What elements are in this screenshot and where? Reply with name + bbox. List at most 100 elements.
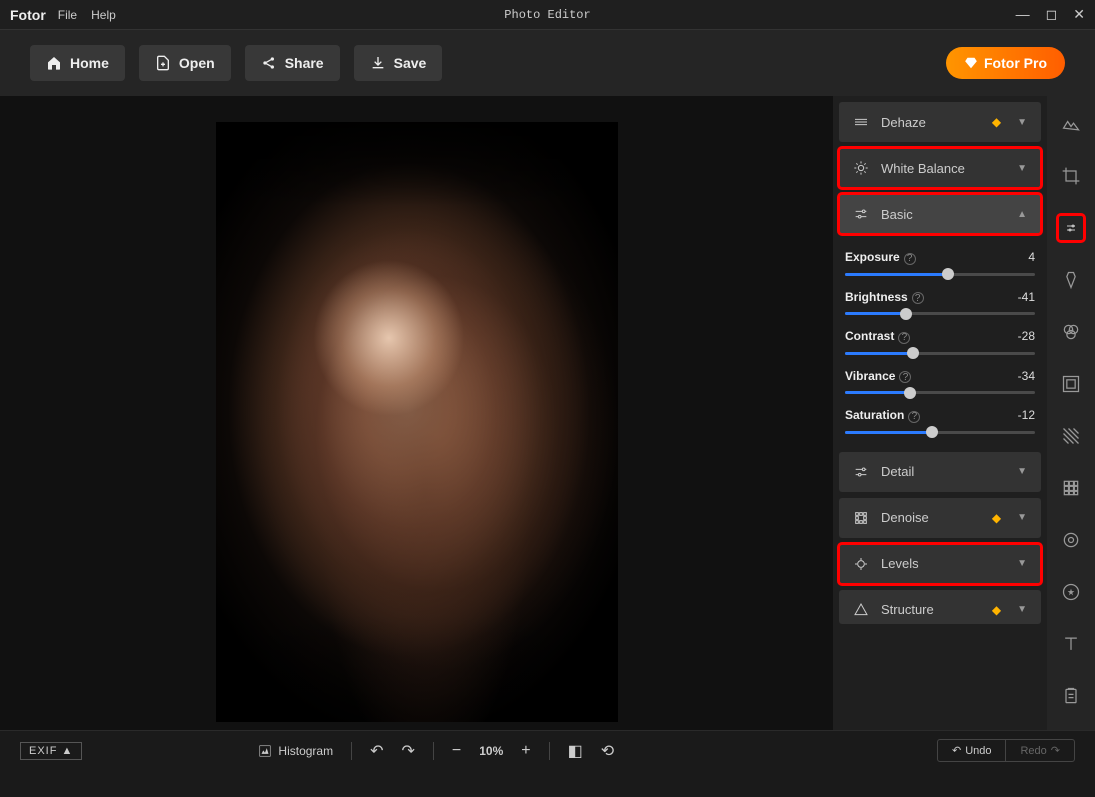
chevron-down-icon: ▼: [1017, 163, 1027, 174]
undo-button[interactable]: ↶ Undo: [938, 740, 1007, 761]
share-label: Share: [285, 55, 324, 71]
slider-brightness: Brightness?-41: [845, 290, 1035, 316]
help-icon[interactable]: ?: [898, 332, 910, 344]
canvas-area[interactable]: [0, 96, 833, 730]
undo-icon[interactable]: ↶: [370, 741, 383, 761]
slider-value: -41: [1018, 290, 1035, 305]
slider-track[interactable]: [845, 431, 1035, 434]
slider-track[interactable]: [845, 273, 1035, 276]
tool-adjust[interactable]: [1059, 216, 1083, 240]
panel-dehaze[interactable]: Dehaze ◆ ▼: [839, 102, 1041, 142]
chevron-down-icon: ▼: [1017, 558, 1027, 569]
chevron-up-icon: ▲: [1017, 209, 1027, 220]
white-balance-label: White Balance: [881, 161, 965, 176]
minimize-icon[interactable]: —: [1016, 6, 1030, 23]
chevron-down-icon: ▼: [1017, 604, 1027, 615]
tool-beauty[interactable]: [1059, 268, 1083, 292]
slider-thumb[interactable]: [904, 387, 916, 399]
tool-text[interactable]: [1059, 632, 1083, 656]
pro-diamond-icon: ◆: [992, 511, 1001, 525]
sliders-icon: [853, 206, 869, 222]
open-label: Open: [179, 55, 215, 71]
tool-mosaic[interactable]: [1059, 476, 1083, 500]
save-button[interactable]: Save: [354, 45, 443, 81]
help-icon[interactable]: ?: [899, 371, 911, 383]
structure-label: Structure: [881, 602, 934, 617]
adjustments-panel: Dehaze ◆ ▼ White Balance ▼ Basic ▲ Expos…: [833, 96, 1047, 730]
slider-thumb[interactable]: [926, 426, 938, 438]
denoise-icon: [853, 510, 869, 526]
panel-basic[interactable]: Basic ▲: [839, 194, 1041, 234]
app-name: Fotor: [10, 7, 46, 23]
home-button[interactable]: Home: [30, 45, 125, 81]
dehaze-label: Dehaze: [881, 115, 926, 130]
redo-button[interactable]: Redo ↷: [1006, 740, 1074, 761]
tool-effects[interactable]: [1059, 320, 1083, 344]
share-icon: [261, 55, 277, 71]
slider-thumb[interactable]: [942, 268, 954, 280]
menu-file[interactable]: File: [58, 8, 77, 22]
panel-levels[interactable]: Levels ▼: [839, 544, 1041, 584]
compare-icon[interactable]: ◧: [568, 741, 583, 761]
slider-thumb[interactable]: [900, 308, 912, 320]
help-icon[interactable]: ?: [912, 292, 924, 304]
reset-icon[interactable]: ⟲: [601, 741, 614, 761]
help-icon[interactable]: ?: [904, 253, 916, 265]
pro-diamond-icon: ◆: [992, 603, 1001, 617]
panel-detail[interactable]: Detail ▼: [839, 452, 1041, 492]
tool-focus[interactable]: [1059, 528, 1083, 552]
zoom-out-icon[interactable]: −: [452, 742, 461, 760]
slider-name: Exposure: [845, 250, 900, 264]
tool-frames[interactable]: [1059, 372, 1083, 396]
maximize-icon[interactable]: ◻: [1046, 6, 1058, 23]
detail-label: Detail: [881, 464, 914, 479]
pro-diamond-icon: ◆: [992, 115, 1001, 129]
panel-white-balance[interactable]: White Balance ▼: [839, 148, 1041, 188]
exif-button[interactable]: EXIF ▲: [20, 742, 82, 760]
titlebar: Fotor File Help Photo Editor — ◻ ✕: [0, 0, 1095, 30]
diamond-icon: [964, 56, 978, 70]
slider-track[interactable]: [845, 391, 1035, 394]
slider-vibrance: Vibrance? -34: [845, 369, 1035, 395]
white-balance-icon: [853, 160, 869, 176]
slider-value: -34: [1018, 369, 1035, 384]
bottombar: EXIF ▲ Histogram ↶ ↷ − 10% + ◧ ⟲ ↶ Undo …: [0, 730, 1095, 770]
levels-icon: [853, 556, 869, 572]
tool-stickers[interactable]: [1059, 580, 1083, 604]
basic-sliders: Exposure?4Brightness?-41Contrast?-28Vibr…: [839, 240, 1041, 452]
slider-track[interactable]: [845, 352, 1035, 355]
tool-texture[interactable]: [1059, 424, 1083, 448]
redo-icon[interactable]: ↷: [402, 741, 415, 761]
photo-preview: [216, 122, 618, 722]
undo-redo-group: ↶ Undo Redo ↷: [937, 739, 1075, 762]
help-icon[interactable]: ?: [908, 411, 920, 423]
open-button[interactable]: Open: [139, 45, 231, 81]
slider-thumb[interactable]: [907, 347, 919, 359]
slider-saturation: Saturation?-12: [845, 408, 1035, 434]
histogram-icon: [258, 744, 272, 758]
slider-name: Saturation: [845, 408, 904, 422]
panel-denoise[interactable]: Denoise ◆ ▼: [839, 498, 1041, 538]
close-icon[interactable]: ✕: [1073, 6, 1085, 23]
slider-track[interactable]: [845, 312, 1035, 315]
home-icon: [46, 55, 62, 71]
histogram-label: Histogram: [278, 744, 333, 758]
tool-crop[interactable]: [1059, 164, 1083, 188]
fotor-pro-button[interactable]: Fotor Pro: [946, 47, 1065, 79]
zoom-in-icon[interactable]: +: [521, 742, 530, 760]
save-label: Save: [394, 55, 427, 71]
share-button[interactable]: Share: [245, 45, 340, 81]
menu-help[interactable]: Help: [91, 8, 116, 22]
chevron-down-icon: ▼: [1017, 466, 1027, 477]
panel-structure[interactable]: Structure ◆ ▼: [839, 590, 1041, 624]
chevron-down-icon: ▼: [1017, 117, 1027, 128]
zoom-level[interactable]: 10%: [479, 744, 503, 758]
slider-name: Vibrance: [845, 369, 895, 383]
tool-scenes[interactable]: [1059, 112, 1083, 136]
right-toolbar: [1047, 96, 1095, 730]
basic-label: Basic: [881, 207, 913, 222]
histogram-button[interactable]: Histogram: [258, 744, 333, 758]
tool-clipboard[interactable]: [1059, 684, 1083, 708]
levels-label: Levels: [881, 556, 919, 571]
detail-icon: [853, 464, 869, 480]
